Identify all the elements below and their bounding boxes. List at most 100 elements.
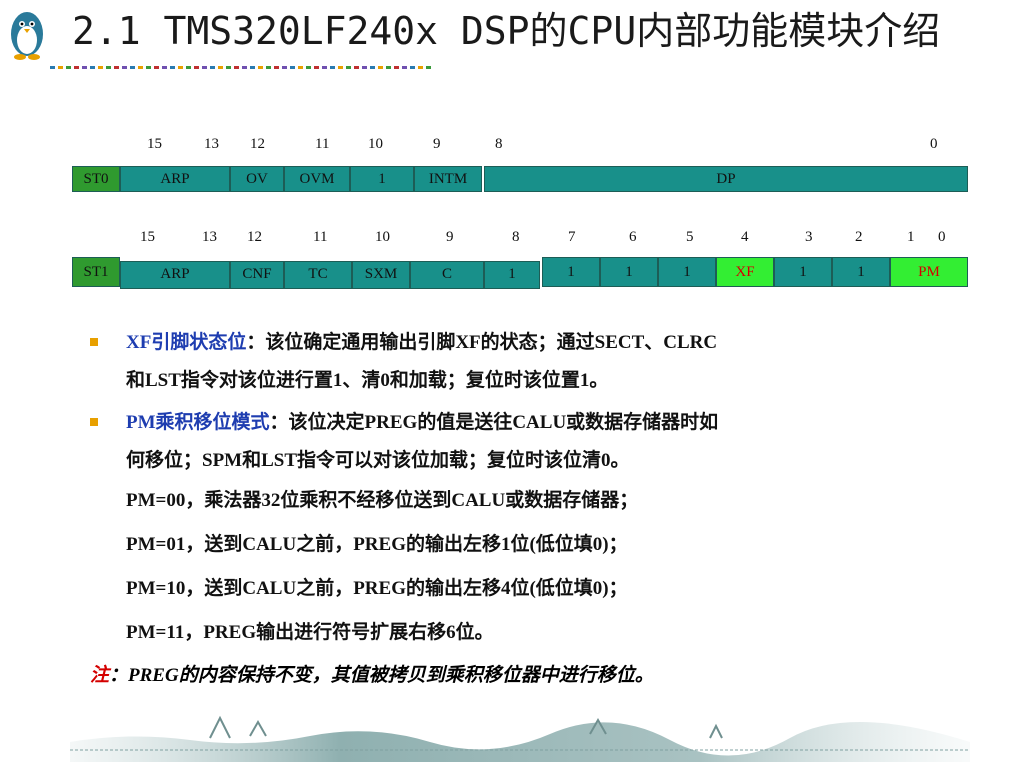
xf-line1: ：该位确定通用输出引脚XF的状态；通过SECT、CLRC xyxy=(246,332,718,353)
divider-dot xyxy=(154,66,159,69)
st1-c-cell: C xyxy=(410,261,484,289)
divider-dot xyxy=(242,66,247,69)
st1-bit6-cell: 1 xyxy=(600,257,658,287)
note-text: ：PREG的内容保持不变，其值被拷贝到乘积移位器中进行移位。 xyxy=(109,665,654,686)
st1-arp-cell: ARP xyxy=(120,261,230,289)
st1-bit5-cell: 1 xyxy=(658,257,716,287)
st1-name-cell: ST1 xyxy=(72,257,120,287)
st0-bit-label: 8 xyxy=(495,136,503,152)
st1-bit-label: 1 xyxy=(907,229,915,245)
st1-bit-label: 0 xyxy=(938,229,946,245)
st0-intm-cell: INTM xyxy=(414,166,482,192)
st1-bit-label: 7 xyxy=(568,229,576,245)
divider-dot xyxy=(338,66,343,69)
divider-dot xyxy=(218,66,223,69)
st1-bit8-cell: 1 xyxy=(484,261,540,289)
st0-bit-label: 10 xyxy=(368,136,383,152)
st1-bit-label: 13 xyxy=(202,229,217,245)
divider-dot xyxy=(426,66,431,69)
divider-dot xyxy=(274,66,279,69)
note-line: 注：PREG的内容保持不变，其值被拷贝到乘积移位器中进行移位。 xyxy=(90,662,654,690)
st1-bit-label: 15 xyxy=(140,229,155,245)
divider-dot xyxy=(298,66,303,69)
penguin-logo-icon xyxy=(11,12,43,60)
page-title: 2.1 TMS320LF240x DSP的CPU内部功能模块介绍 xyxy=(72,9,941,53)
divider-dot xyxy=(146,66,151,69)
divider-dot xyxy=(282,66,287,69)
pm-line1: ：该位决定PREG的值是送往CALU或数据存储器时如 xyxy=(269,412,719,433)
st1-bit-label: 12 xyxy=(247,229,262,245)
pm-description: PM乘积移位模式：该位决定PREG的值是送往CALU或数据存储器时如 xyxy=(126,408,718,438)
divider-dot xyxy=(98,66,103,69)
divider-dot xyxy=(90,66,95,69)
st1-bit-label: 3 xyxy=(805,229,813,245)
st1-pm-cell: PM xyxy=(890,257,968,287)
st0-dp-cell: DP xyxy=(484,166,968,192)
st0-ov-cell: OV xyxy=(230,166,284,192)
divider-dot xyxy=(194,66,199,69)
st1-bit3-cell: 1 xyxy=(774,257,832,287)
divider-dot xyxy=(330,66,335,69)
divider-dot xyxy=(394,66,399,69)
xf-line2: 和LST指令对该位进行置1、清0和加载；复位时该位置1。 xyxy=(126,370,609,391)
divider-dot xyxy=(418,66,423,69)
st0-bit10-cell: 1 xyxy=(350,166,414,192)
divider-dot xyxy=(106,66,111,69)
st1-bit7-cell: 1 xyxy=(542,257,600,287)
divider-dot xyxy=(162,66,167,69)
divider-dot xyxy=(402,66,407,69)
st1-bit-label: 6 xyxy=(629,229,637,245)
bullet-square-icon xyxy=(90,418,98,426)
divider-dot xyxy=(234,66,239,69)
pm-line2: 何移位；SPM和LST指令可以对该位加载；复位时该位清0。 xyxy=(126,450,630,471)
st1-bit-label: 11 xyxy=(313,229,328,245)
st1-bit-label: 10 xyxy=(375,229,390,245)
xf-description: XF引脚状态位：该位确定通用输出引脚XF的状态；通过SECT、CLRC xyxy=(126,328,717,358)
divider-dot xyxy=(210,66,215,69)
divider-dot xyxy=(258,66,263,69)
divider-dot xyxy=(74,66,79,69)
divider-dot xyxy=(370,66,375,69)
divider-dot xyxy=(58,66,63,69)
pm-term: PM乘积移位模式 xyxy=(126,412,270,433)
bullet-square-icon xyxy=(90,338,98,346)
st0-arp-cell: ARP xyxy=(120,166,230,192)
st0-ovm-cell: OVM xyxy=(284,166,350,192)
divider-dot xyxy=(354,66,359,69)
divider-dot xyxy=(322,66,327,69)
st0-bit-label: 13 xyxy=(204,136,219,152)
st0-bit-label: 9 xyxy=(433,136,441,152)
divider-dot xyxy=(386,66,391,69)
divider-dot xyxy=(122,66,127,69)
divider-dot xyxy=(306,66,311,69)
divider-dot xyxy=(266,66,271,69)
title-dotted-divider xyxy=(50,66,431,69)
divider-dot xyxy=(362,66,367,69)
divider-dot xyxy=(130,66,135,69)
st1-sxm-cell: SXM xyxy=(352,261,410,289)
st0-bit-label: 11 xyxy=(315,136,330,152)
divider-dot xyxy=(178,66,183,69)
divider-dot xyxy=(186,66,191,69)
pm-mode-00: PM=00，乘法器32位乘积不经移位送到CALU或数据存储器； xyxy=(126,490,639,511)
st1-xf-cell: XF xyxy=(716,257,774,287)
st0-bit-label: 0 xyxy=(930,136,938,152)
st1-cnf-cell: CNF xyxy=(230,261,284,289)
divider-dot xyxy=(378,66,383,69)
footer-landscape-decoration xyxy=(70,715,970,762)
divider-dot xyxy=(290,66,295,69)
divider-dot xyxy=(410,66,415,69)
divider-dot xyxy=(314,66,319,69)
divider-dot xyxy=(50,66,55,69)
divider-dot xyxy=(346,66,351,69)
st1-bit-label: 9 xyxy=(446,229,454,245)
divider-dot xyxy=(170,66,175,69)
divider-dot xyxy=(250,66,255,69)
pm-mode-01: PM=01，送到CALU之前，PREG的输出左移1位(低位填0)； xyxy=(126,534,628,555)
st0-name-cell: ST0 xyxy=(72,166,120,192)
note-label: 注 xyxy=(90,665,110,686)
divider-dot xyxy=(138,66,143,69)
divider-dot xyxy=(82,66,87,69)
st1-bit-label: 4 xyxy=(741,229,749,245)
divider-dot xyxy=(226,66,231,69)
